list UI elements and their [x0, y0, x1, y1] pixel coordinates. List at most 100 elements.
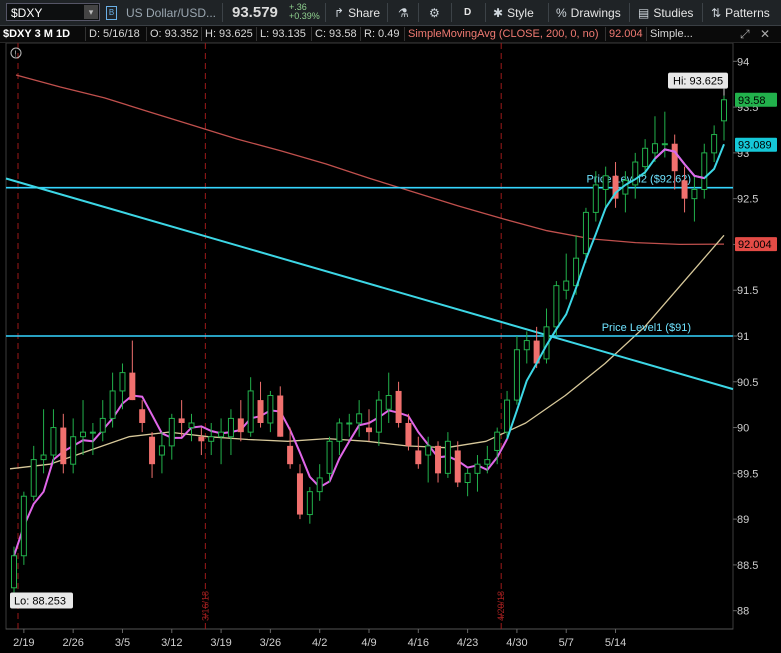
candle-body [218, 431, 225, 438]
price-level-label: Price Level1 ($91) [602, 322, 691, 334]
plot-area: 8888.58989.59090.59191.59292.59393.5942/… [5, 43, 758, 649]
style-icon: ✱ [493, 5, 504, 20]
settings-button[interactable]: ⚙ [429, 3, 444, 22]
candle [563, 253, 570, 300]
candle-body [504, 399, 511, 433]
candle [30, 445, 37, 501]
candle [218, 418, 225, 465]
candle-body [70, 436, 77, 465]
candle [198, 427, 205, 456]
info-study: SimpleMovingAvg (CLOSE, 200, 0, no) [404, 27, 599, 41]
symbol-input[interactable]: ▾ [6, 3, 100, 21]
candle [178, 400, 185, 437]
patterns-label: Patterns [725, 5, 770, 20]
x-tick-label: 2/26 [62, 637, 83, 649]
candle-body [267, 395, 274, 424]
candle [99, 400, 106, 442]
candle-body [158, 445, 165, 456]
candle [435, 441, 442, 483]
candle-body [129, 372, 136, 401]
candle-body [592, 184, 599, 213]
studies-button[interactable]: ▤ Studies [638, 3, 693, 22]
info-study2: Simple... [646, 27, 693, 41]
candle [70, 418, 77, 474]
candle-body [119, 372, 126, 392]
candle [454, 441, 461, 488]
change-block: +.36 +0.39% [289, 3, 320, 22]
price-chart[interactable]: 8888.58989.59090.59191.59292.59393.5942/… [0, 43, 781, 653]
candle-body [20, 495, 27, 557]
candle-body [484, 459, 491, 465]
candle [504, 390, 511, 437]
candle-body [464, 472, 471, 483]
candle [356, 400, 363, 437]
y-tick-label: 88.5 [737, 560, 758, 572]
patterns-button[interactable]: ⇅ Patterns [711, 3, 770, 22]
candle-body [287, 445, 294, 465]
x-tick-label: 2/19 [13, 637, 34, 649]
event-date-label: 4/20/18 [496, 591, 506, 621]
info-open: O: 93.352 [146, 27, 198, 41]
candle [296, 464, 303, 520]
patterns-icon: ⇅ [711, 5, 722, 20]
candle-body [671, 143, 678, 172]
x-tick-label: 3/12 [161, 637, 182, 649]
candle [632, 152, 639, 199]
style-button[interactable]: ✱ Style [493, 3, 534, 22]
candle-body [30, 459, 37, 497]
candle-body [454, 450, 461, 483]
candle [60, 413, 67, 474]
period-button[interactable]: D [464, 3, 471, 22]
candle [158, 432, 165, 474]
sma-fast-tag: 93.089 [738, 140, 772, 152]
candle-body [385, 395, 392, 410]
candle [444, 432, 451, 478]
candle-body [336, 422, 343, 442]
candle [464, 468, 471, 497]
candle-body [89, 431, 96, 434]
candle-body [405, 422, 412, 446]
symbol-field[interactable] [7, 5, 85, 21]
drawings-button[interactable]: % Drawings [556, 3, 621, 22]
candle-body [227, 417, 234, 438]
candle-body [701, 152, 708, 190]
y-tick-label: 88 [737, 606, 749, 618]
drawings-label: Drawings [570, 5, 621, 20]
candle-body [306, 491, 313, 516]
candle-body [296, 473, 303, 515]
candle [474, 455, 481, 492]
symbol-info-icon[interactable]: B [106, 3, 117, 22]
candle [149, 432, 156, 478]
candle-body [474, 463, 481, 474]
alert-icon-mark: ! [15, 50, 17, 59]
candle-body [435, 445, 442, 474]
last-price-tag: 93.58 [738, 95, 766, 107]
candle [227, 409, 234, 456]
expand-icon[interactable]: ⤢ [740, 27, 750, 41]
x-tick-label: 5/14 [605, 637, 626, 649]
candle-body [257, 400, 264, 423]
x-tick-label: 3/26 [260, 637, 281, 649]
flask-icon: ⚗ [398, 5, 409, 20]
candle-body [40, 454, 47, 461]
candle [277, 386, 284, 437]
candle-body [247, 390, 254, 433]
candle [257, 381, 264, 428]
gear-icon: ⚙ [429, 5, 440, 20]
close-icon[interactable]: ✕ [760, 27, 770, 41]
event-date-label: 3/16/18 [200, 591, 210, 621]
candle [701, 143, 708, 199]
candle-body [277, 395, 284, 437]
studies-label: Studies [653, 5, 694, 20]
candle-body [366, 427, 372, 433]
candle-body [523, 340, 530, 351]
share-button[interactable]: ↱ Share [334, 3, 380, 22]
info-range: R: 0.49 [360, 27, 399, 41]
candle-body [208, 436, 215, 442]
candle [513, 336, 520, 405]
x-tick-label: 5/7 [559, 637, 574, 649]
candle-body [721, 99, 727, 122]
y-tick-label: 89 [737, 514, 749, 526]
symbol-dropdown-icon[interactable]: ▾ [84, 5, 98, 19]
flask-button[interactable]: ⚗ [398, 3, 413, 22]
